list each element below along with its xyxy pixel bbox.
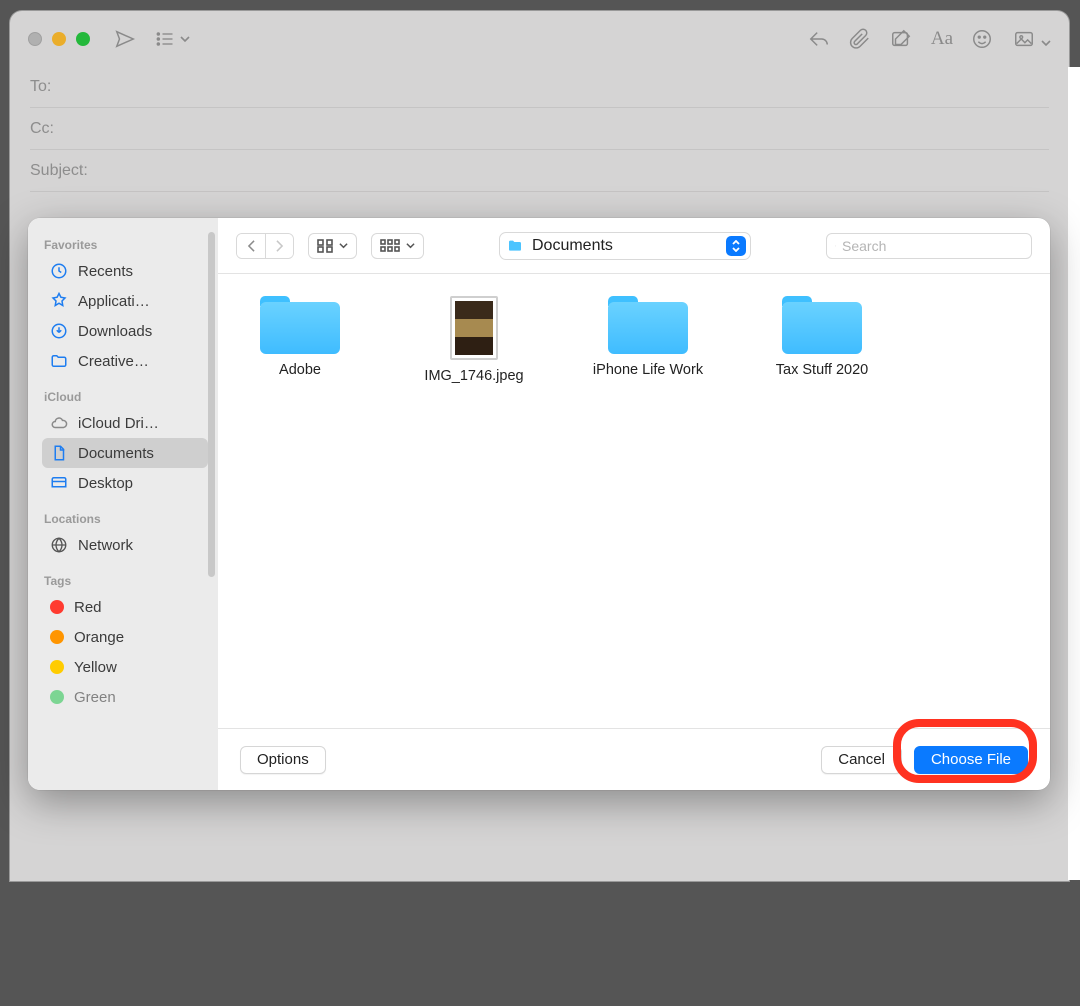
file-item-folder[interactable]: Tax Stuff 2020 [758,296,886,378]
sidebar-item-label: iCloud Dri… [78,415,159,432]
sidebar-item-label: Downloads [78,323,152,340]
file-open-panel: Favorites Recents Applicati… Downloads C… [28,218,1050,790]
sidebar-item-label: Orange [74,629,124,646]
globe-icon [50,536,68,554]
sidebar-tag-green[interactable]: Green [42,682,208,712]
toolbar: Documents [218,218,1050,274]
sidebar-item-label: Creative… [78,353,149,370]
tag-dot-icon [50,600,64,614]
sidebar-item-downloads[interactable]: Downloads [42,316,208,346]
sidebar: Favorites Recents Applicati… Downloads C… [28,218,218,790]
sidebar-item-label: Red [74,599,102,616]
file-label: IMG_1746.jpeg [424,368,523,384]
file-label: Adobe [279,362,321,378]
back-button[interactable] [237,234,265,258]
folder-large-icon [782,296,862,354]
sidebar-item-desktop[interactable]: Desktop [42,468,208,498]
folder-icon [50,352,68,370]
group-mode-button[interactable] [371,233,424,259]
tag-dot-icon [50,630,64,644]
folder-large-icon [608,296,688,354]
sidebar-item-label: Desktop [78,475,133,492]
sidebar-item-icloud-drive[interactable]: iCloud Dri… [42,408,208,438]
bottom-bar: Options Cancel Choose File [218,728,1050,790]
sidebar-item-label: Network [78,537,133,554]
file-label: Tax Stuff 2020 [776,362,868,378]
cloud-icon [50,414,68,432]
cancel-button[interactable]: Cancel [821,746,902,774]
sidebar-header-tags: Tags [44,574,206,588]
chevron-down-icon [406,241,415,250]
sidebar-tag-yellow[interactable]: Yellow [42,652,208,682]
image-thumbnail [450,296,498,360]
folder-large-icon [260,296,340,354]
choose-file-button[interactable]: Choose File [914,746,1028,774]
sidebar-header-icloud: iCloud [44,390,206,404]
location-popup[interactable]: Documents [499,232,751,260]
sidebar-scrollbar[interactable] [208,232,215,577]
sidebar-header-locations: Locations [44,512,206,526]
options-button[interactable]: Options [240,746,326,774]
sidebar-item-label: Applicati… [78,293,150,310]
search-input[interactable] [842,238,1023,254]
desktop-icon [50,474,68,492]
sidebar-item-network[interactable]: Network [42,530,208,560]
file-item-folder[interactable]: iPhone Life Work [584,296,712,378]
nav-back-forward [236,233,294,259]
sidebar-item-recents[interactable]: Recents [42,256,208,286]
main-pane: Documents Adobe IMG_1746.jpeg iPhone Lif… [218,218,1050,790]
chevron-down-icon [339,241,348,250]
sidebar-item-label: Recents [78,263,133,280]
file-item-folder[interactable]: Adobe [236,296,364,378]
sidebar-tag-orange[interactable]: Orange [42,622,208,652]
folder-icon [506,238,524,254]
sidebar-item-label: Yellow [74,659,117,676]
file-item-image[interactable]: IMG_1746.jpeg [410,296,538,384]
sidebar-header-favorites: Favorites [44,238,206,252]
sidebar-item-label: Green [74,689,116,706]
tag-dot-icon [50,690,64,704]
file-label: iPhone Life Work [593,362,703,378]
document-icon [50,444,68,462]
download-icon [50,322,68,340]
sidebar-item-documents[interactable]: Documents [42,438,208,468]
clock-icon [50,262,68,280]
location-label: Documents [532,237,718,255]
sidebar-item-label: Documents [78,445,154,462]
view-mode-icons[interactable] [308,233,357,259]
sidebar-item-creative[interactable]: Creative… [42,346,208,376]
search-icon [835,239,836,253]
forward-button[interactable] [265,234,293,258]
sidebar-tag-red[interactable]: Red [42,592,208,622]
background-window-edge [1068,67,1080,880]
sidebar-item-applications[interactable]: Applicati… [42,286,208,316]
updown-icon [726,236,746,256]
search-field[interactable] [826,233,1032,259]
file-grid[interactable]: Adobe IMG_1746.jpeg iPhone Life Work Tax… [218,274,1050,728]
tag-dot-icon [50,660,64,674]
apps-icon [50,292,68,310]
